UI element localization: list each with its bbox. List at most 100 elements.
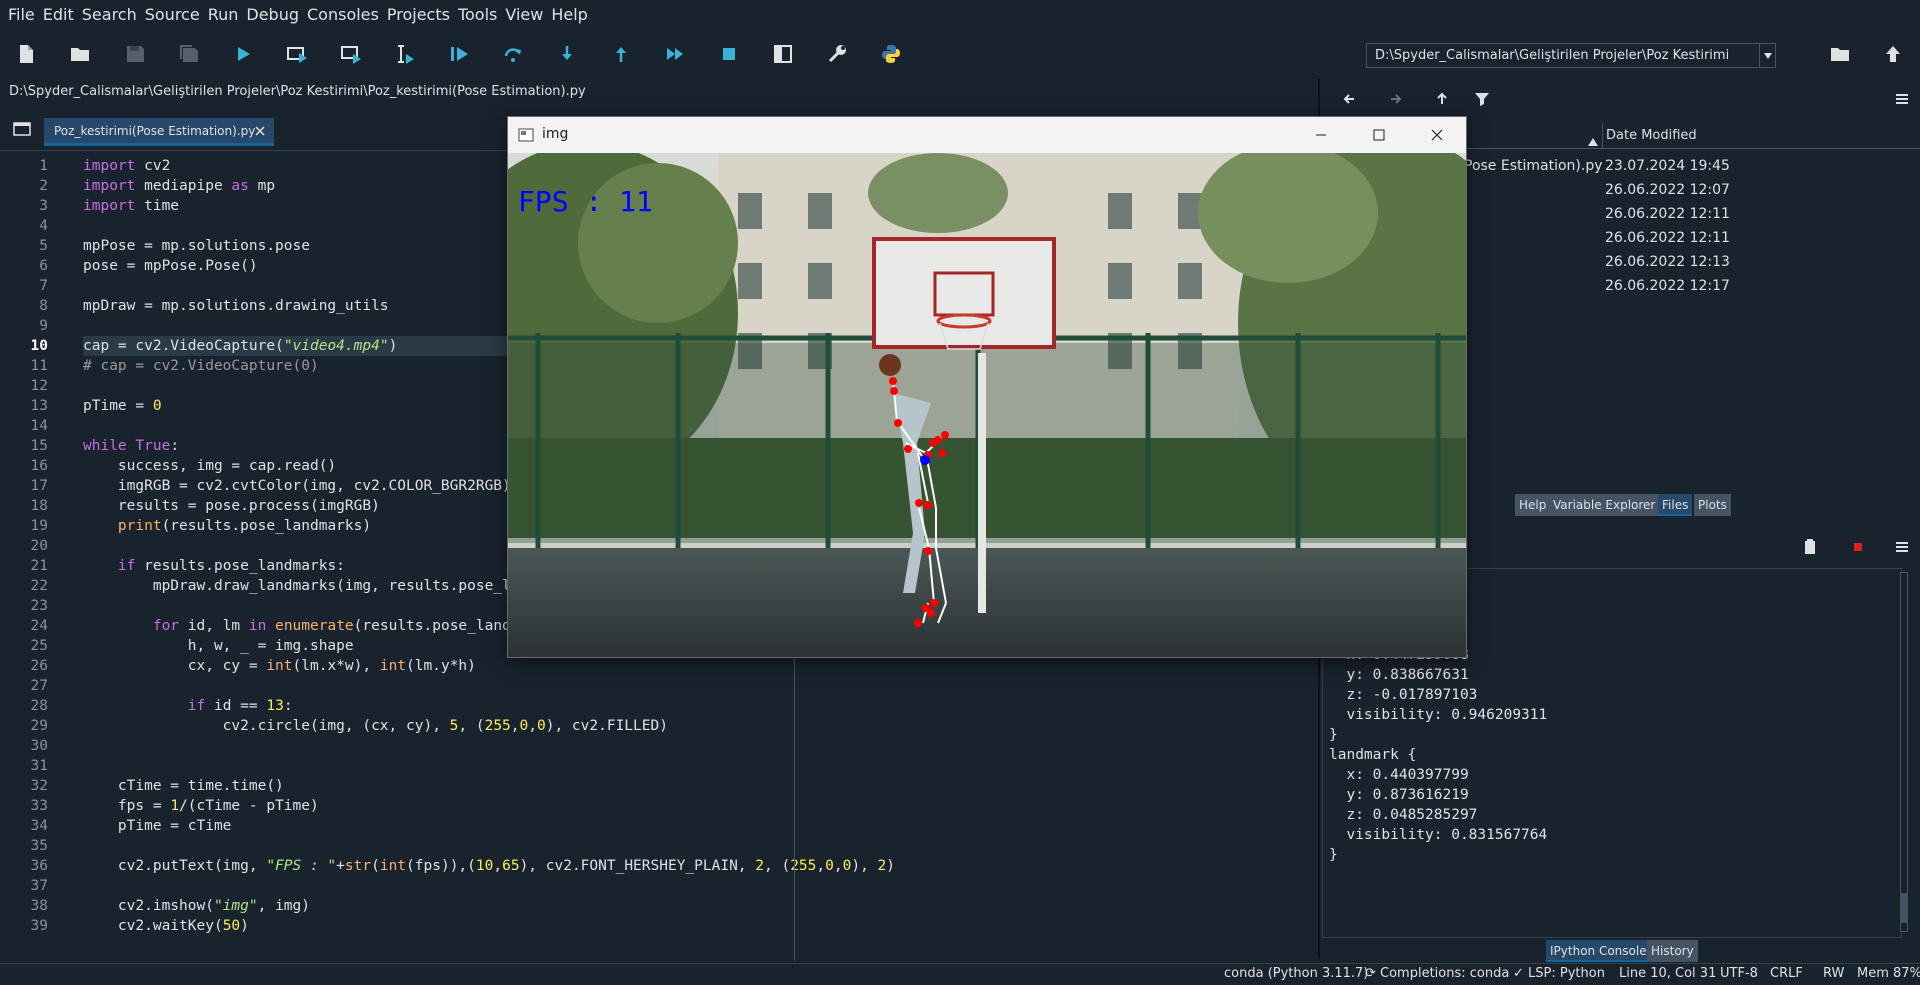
code-line[interactable]: cv2.imshow("img", img) — [83, 896, 310, 916]
code-line[interactable]: cx, cy = int(lm.x*w), int(lm.y*h) — [83, 656, 476, 676]
step-return-icon[interactable] — [608, 41, 634, 67]
code-line[interactable]: cv2.waitKey(50) — [83, 916, 249, 936]
line-number: 24 — [30, 618, 48, 634]
forward-icon[interactable] — [1385, 89, 1405, 109]
console-line: z: 0.0485285297 — [1329, 807, 1478, 823]
status-bar: conda (Python 3.11.7) ⟳ Completions: con… — [0, 963, 1920, 985]
tab-history[interactable]: History — [1647, 940, 1698, 962]
code-line[interactable]: import cv2 — [83, 156, 170, 176]
parent-directory-icon[interactable] — [1880, 41, 1906, 67]
tab-variable-explorer[interactable]: Variable Explorer — [1549, 494, 1660, 516]
continue-icon[interactable] — [662, 41, 688, 67]
line-number: 36 — [30, 858, 48, 874]
code-line[interactable]: while True: — [83, 436, 179, 456]
run-cell-icon[interactable] — [284, 41, 310, 67]
code-line[interactable]: if results.pose_landmarks: — [83, 556, 345, 576]
tab-ipython-console[interactable]: IPython Console — [1546, 940, 1651, 962]
console-line: landmark { — [1329, 747, 1417, 763]
save-icon[interactable] — [122, 41, 148, 67]
code-line[interactable]: h, w, _ = img.shape — [83, 636, 354, 656]
save-all-icon[interactable] — [176, 41, 202, 67]
code-line[interactable]: pTime = cTime — [83, 816, 232, 836]
line-number: 35 — [30, 838, 48, 854]
maximize-pane-icon[interactable] — [770, 41, 796, 67]
menu-help[interactable]: Help — [547, 0, 591, 29]
scrollbar-handle[interactable] — [1901, 893, 1907, 923]
clipboard-icon[interactable] — [1800, 537, 1820, 557]
menu-consoles[interactable]: Consoles — [303, 0, 383, 29]
console-line: } — [1329, 847, 1338, 863]
preferences-icon[interactable] — [824, 41, 850, 67]
code-line[interactable]: cap = cv2.VideoCapture("video4.mp4") — [83, 336, 397, 356]
menu-view[interactable]: View — [501, 0, 547, 29]
column-date-modified[interactable]: Date Modified — [1602, 123, 1920, 149]
status-mode: RW — [1823, 966, 1845, 981]
run-selection-icon[interactable] — [392, 41, 418, 67]
sort-ascending-icon[interactable] — [1588, 131, 1598, 150]
code-line[interactable]: cv2.putText(img, "FPS : "+str(int(fps)),… — [83, 856, 895, 876]
menu-debug[interactable]: Debug — [242, 0, 303, 29]
back-icon[interactable] — [1340, 89, 1360, 109]
tab-plots[interactable]: Plots — [1694, 494, 1731, 516]
line-number: 31 — [30, 758, 48, 774]
line-number: 16 — [30, 458, 48, 474]
browse-tabs-icon[interactable] — [12, 119, 32, 139]
open-file-icon[interactable] — [67, 41, 93, 67]
code-line[interactable]: imgRGB = cv2.cvtColor(img, cv2.COLOR_BGR… — [83, 476, 511, 496]
menu-tools[interactable]: Tools — [454, 0, 501, 29]
tab-files[interactable]: Files — [1658, 494, 1693, 516]
run-icon[interactable] — [230, 41, 256, 67]
browse-folder-icon[interactable] — [1827, 41, 1853, 67]
menu-run[interactable]: Run — [204, 0, 243, 29]
working-directory-combo[interactable]: D:\Spyder_Calismalar\Geliştirilen Projel… — [1366, 43, 1776, 68]
code-line[interactable]: if id == 13: — [83, 696, 293, 716]
console-scrollbar[interactable] — [1900, 572, 1908, 932]
options-menu-icon[interactable] — [1892, 89, 1912, 109]
filter-icon[interactable] — [1472, 89, 1492, 109]
code-line[interactable]: cv2.circle(img, (cx, cy), 5, (255,0,0), … — [83, 716, 668, 736]
menu-projects[interactable]: Projects — [383, 0, 454, 29]
code-line[interactable]: mpPose = mp.solutions.pose — [83, 236, 310, 256]
minimize-icon[interactable] — [1292, 117, 1350, 153]
menu-search[interactable]: Search — [78, 0, 141, 29]
step-into-icon[interactable] — [554, 41, 580, 67]
console-line: x: 0.440397799 — [1329, 767, 1469, 783]
window-close-icon[interactable] — [1408, 117, 1466, 153]
maximize-icon[interactable] — [1350, 117, 1408, 153]
code-line[interactable]: cTime = time.time() — [83, 776, 284, 796]
status-env[interactable]: conda (Python 3.11.7) — [1224, 966, 1368, 981]
run-cell-advance-icon[interactable] — [338, 41, 364, 67]
close-icon[interactable] — [252, 123, 268, 139]
line-number: 26 — [30, 658, 48, 674]
window-titlebar[interactable]: img — [508, 117, 1466, 153]
stop-kernel-icon[interactable] — [1848, 537, 1868, 557]
status-position: Line 10, Col 31 — [1619, 966, 1717, 981]
debug-step-icon[interactable] — [500, 41, 526, 67]
opencv-image-window[interactable]: img FPS: 11 — [507, 116, 1467, 658]
menu-source[interactable]: Source — [141, 0, 204, 29]
code-line[interactable]: import time — [83, 196, 179, 216]
code-line[interactable]: mpDraw = mp.solutions.drawing_utils — [83, 296, 389, 316]
menu-file[interactable]: File — [4, 0, 39, 29]
chevron-down-icon[interactable] — [1759, 44, 1775, 67]
tab-help[interactable]: Help — [1515, 494, 1551, 516]
code-line[interactable]: pTime = 0 — [83, 396, 162, 416]
options-menu-icon[interactable] — [1892, 537, 1912, 557]
parent-folder-icon[interactable] — [1432, 89, 1452, 109]
line-number: 20 — [30, 538, 48, 554]
code-line[interactable]: print(results.pose_landmarks) — [83, 516, 371, 536]
menu-bar: File Edit Search Source Run Debug Consol… — [0, 0, 1920, 29]
stop-icon[interactable] — [716, 41, 742, 67]
code-line[interactable]: fps = 1/(cTime - pTime) — [83, 796, 319, 816]
code-line[interactable]: pose = mpPose.Pose() — [83, 256, 258, 276]
code-line[interactable]: import mediapipe as mp — [83, 176, 275, 196]
menu-edit[interactable]: Edit — [39, 0, 78, 29]
new-file-icon[interactable] — [13, 41, 39, 67]
file-date: 26.06.2022 12:11 — [1605, 230, 1730, 246]
code-line[interactable]: # cap = cv2.VideoCapture(0) — [83, 356, 319, 376]
debug-icon[interactable] — [446, 41, 472, 67]
tab-editor-file[interactable]: Poz_kestirimi(Pose Estimation).py — [44, 118, 274, 146]
code-line[interactable]: results = pose.process(imgRGB) — [83, 496, 380, 516]
code-line[interactable]: success, img = cap.read() — [83, 456, 336, 476]
python-path-icon[interactable] — [878, 41, 904, 67]
